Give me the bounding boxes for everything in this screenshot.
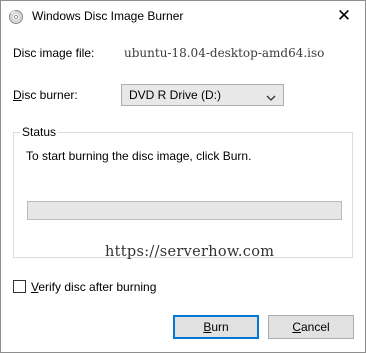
verify-checkbox-label[interactable]: Verify disc after burning [31, 280, 156, 294]
burn-progress-bar [27, 201, 342, 220]
burn-button-text: urn [211, 320, 229, 334]
disc-image-file-value: ubuntu-18.04-desktop-amd64.iso [124, 46, 325, 60]
disc-burner-selected-value: DVD R Drive (D:) [129, 88, 221, 102]
disc-image-file-label: Disc image file: [13, 46, 95, 60]
disc-burner-label-text: isc burner: [21, 88, 78, 102]
close-icon[interactable]: ✕ [323, 1, 365, 31]
verify-label-text: erify disc after burning [38, 280, 157, 294]
disc-burner-label-mnemonic: D [13, 88, 22, 102]
disc-burner-dropdown[interactable]: DVD R Drive (D:) [121, 84, 284, 106]
watermark-text: https://serverhow.com [105, 244, 275, 260]
dialog-window: Windows Disc Image Burner ✕ Disc image f… [0, 0, 366, 353]
window-title: Windows Disc Image Burner [32, 9, 184, 23]
disc-burner-label: Disc burner: [13, 88, 78, 102]
cancel-button[interactable]: Cancel [268, 315, 354, 339]
burn-button-mnemonic: B [203, 320, 212, 334]
status-group-title: Status [20, 125, 59, 139]
cancel-button-mnemonic: C [292, 320, 301, 334]
burn-button[interactable]: Burn [173, 315, 259, 339]
verify-checkbox[interactable] [13, 280, 26, 293]
disc-burner-icon [8, 9, 24, 25]
title-bar[interactable]: Windows Disc Image Burner ✕ [1, 1, 365, 31]
chevron-down-icon [266, 91, 276, 101]
cancel-button-text: ancel [300, 320, 330, 334]
status-message: To start burning the disc image, click B… [26, 149, 252, 163]
